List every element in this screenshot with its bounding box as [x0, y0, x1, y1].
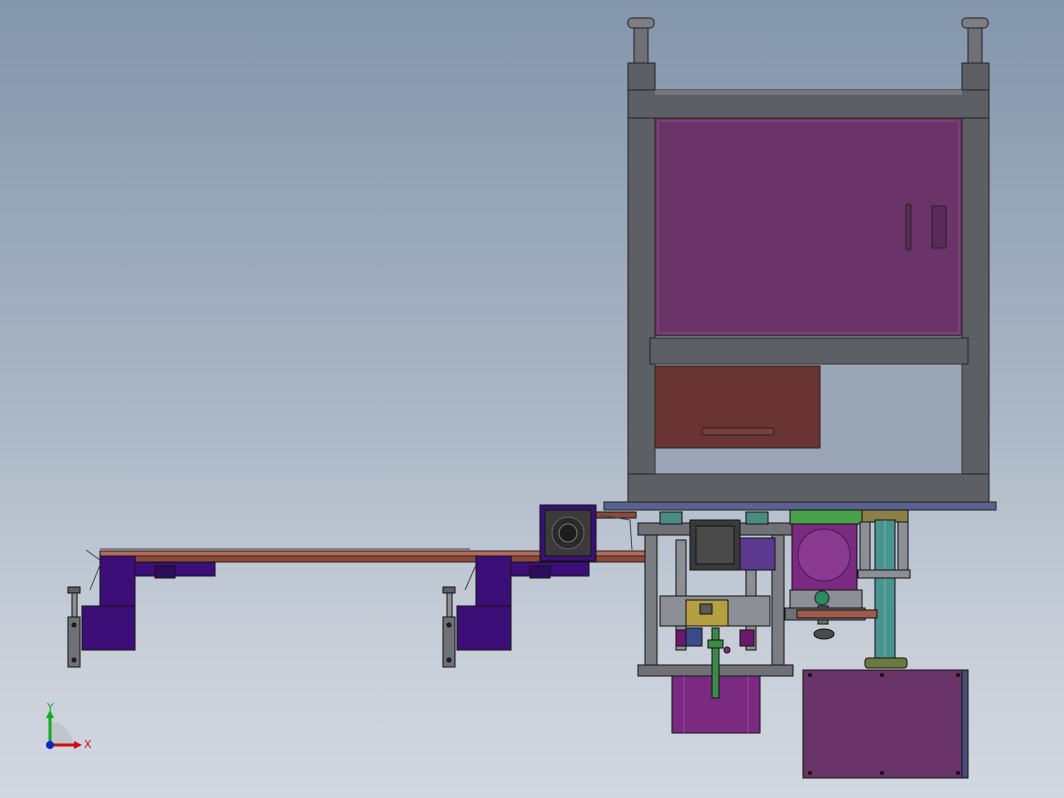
control-box: [802, 669, 969, 779]
gripper-bracket-left: [67, 549, 216, 668]
drawer-handle-icon: [701, 427, 775, 436]
probe-rod: [711, 627, 720, 699]
spindle-motor-unit: [784, 509, 866, 640]
frame-post-left: [627, 62, 656, 504]
triad-z-axis-icon: [46, 741, 54, 749]
leveling-foot-left: [627, 17, 655, 64]
machine-assembly-drawing: Y X: [46, 17, 997, 779]
guide-rod-right: [446, 591, 453, 618]
lift-guide-post-left: [644, 534, 658, 668]
triad-x-arrow-icon: [74, 741, 82, 749]
cad-viewport[interactable]: Y X: [0, 0, 1064, 798]
lift-mechanism: [637, 511, 794, 734]
leveling-foot-right: [961, 17, 989, 64]
guide-rod-left: [71, 591, 78, 618]
door-latch-icon: [931, 205, 947, 249]
triad-y-label: Y: [46, 701, 54, 714]
orientation-triad: Y X: [46, 701, 92, 751]
door-handle-icon: [905, 203, 912, 251]
frame-post-right: [961, 62, 990, 504]
frame-base-plate: [603, 501, 997, 511]
frame-middle-beam: [649, 337, 969, 365]
spindle-motor-face-icon: [797, 528, 851, 582]
triad-arc-icon: [50, 722, 73, 745]
cabinet-door: [654, 117, 963, 337]
triad-x-label: X: [84, 738, 92, 751]
gripper-bracket-right: [442, 555, 590, 668]
cabinet-drawer: [654, 365, 821, 449]
frame-lower-beam: [627, 473, 990, 504]
